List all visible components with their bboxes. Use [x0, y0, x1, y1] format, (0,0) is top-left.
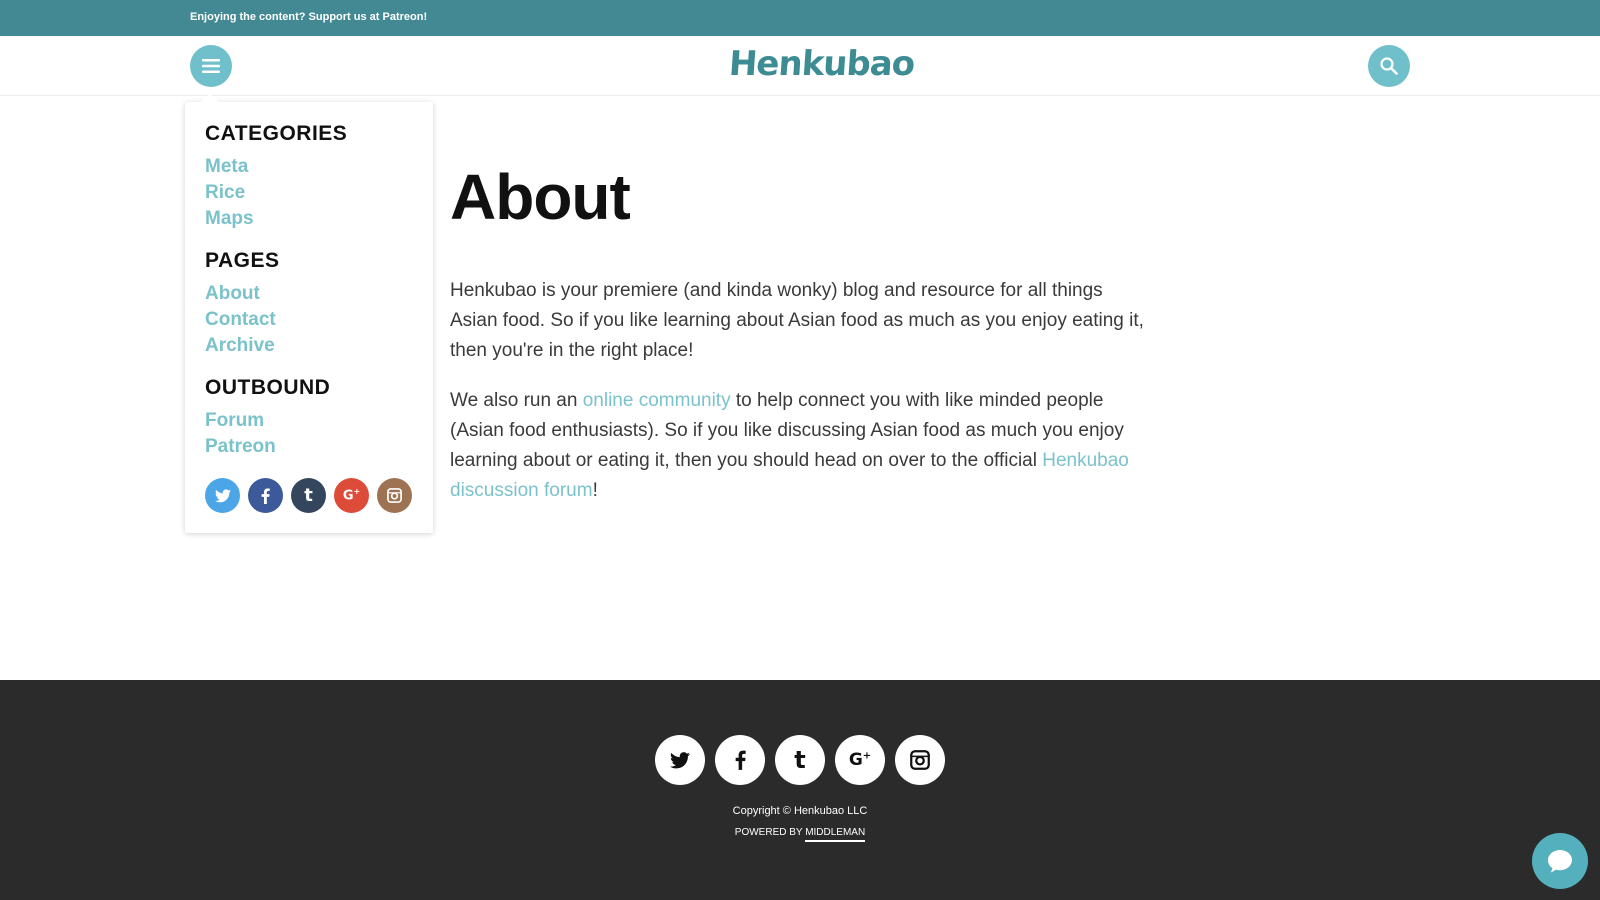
tumblr-icon[interactable]: t — [775, 735, 825, 785]
facebook-icon[interactable] — [248, 478, 283, 513]
patreon-banner-link[interactable]: Patreon — [383, 11, 424, 23]
facebook-icon[interactable] — [715, 735, 765, 785]
chat-icon — [1548, 850, 1572, 873]
menu-button[interactable] — [190, 45, 232, 87]
instagram-icon[interactable] — [895, 735, 945, 785]
chat-button[interactable] — [1532, 833, 1588, 889]
dropdown-social-links: t G+ — [205, 478, 412, 513]
google-plus-icon[interactable]: G+ — [835, 735, 885, 785]
footer-social-links: t G+ — [655, 735, 945, 785]
instagram-icon[interactable] — [377, 478, 412, 513]
copyright-text: Copyright © Henkubao LLC — [732, 805, 868, 817]
powered-by: POWERED BY MIDDLEMAN — [0, 827, 1600, 842]
page-link-contact[interactable]: Contact — [205, 309, 276, 331]
category-link-maps[interactable]: Maps — [205, 208, 254, 230]
category-link-rice[interactable]: Rice — [205, 182, 245, 204]
hamburger-icon — [202, 59, 220, 73]
intro-paragraph: Henkubao is your premiere (and kinda won… — [450, 280, 1144, 361]
twitter-icon[interactable] — [205, 478, 240, 513]
page-link-about[interactable]: About — [205, 283, 260, 305]
outbound-link-patreon[interactable]: Patreon — [205, 436, 276, 458]
outbound-link-forum[interactable]: Forum — [205, 410, 264, 432]
site-header: Henkubao — [0, 36, 1600, 96]
search-button[interactable] — [1368, 45, 1410, 87]
page-title: About — [450, 161, 631, 233]
google-plus-icon[interactable]: G+ — [334, 478, 369, 513]
support-banner: Enjoying the content? Support us at Patr… — [0, 0, 1600, 36]
search-icon — [1380, 57, 1398, 75]
category-link-meta[interactable]: Meta — [205, 156, 248, 178]
page-link-archive[interactable]: Archive — [205, 335, 275, 357]
middleman-link[interactable]: MIDDLEMAN — [805, 827, 866, 842]
twitter-icon[interactable] — [655, 735, 705, 785]
outbound-heading: OUTBOUND — [205, 376, 331, 399]
main-content: About Henkubao is your premiere (and kin… — [450, 160, 1150, 501]
categories-heading: CATEGORIES — [205, 122, 348, 145]
support-message: Enjoying the content? Support us at Patr… — [190, 11, 428, 23]
site-footer: t G+ Copyright © Henkubao LLC POWERED BY… — [0, 680, 1600, 900]
pages-heading: PAGES — [205, 249, 280, 272]
online-community-link[interactable]: online community — [583, 390, 731, 411]
site-logo[interactable]: Henkubao — [728, 44, 916, 84]
community-paragraph: We also run an online community to help … — [450, 390, 1129, 501]
tumblr-icon[interactable]: t — [291, 478, 326, 513]
nav-dropdown: CATEGORIES Meta Rice Maps PAGES About Co… — [185, 94, 433, 533]
